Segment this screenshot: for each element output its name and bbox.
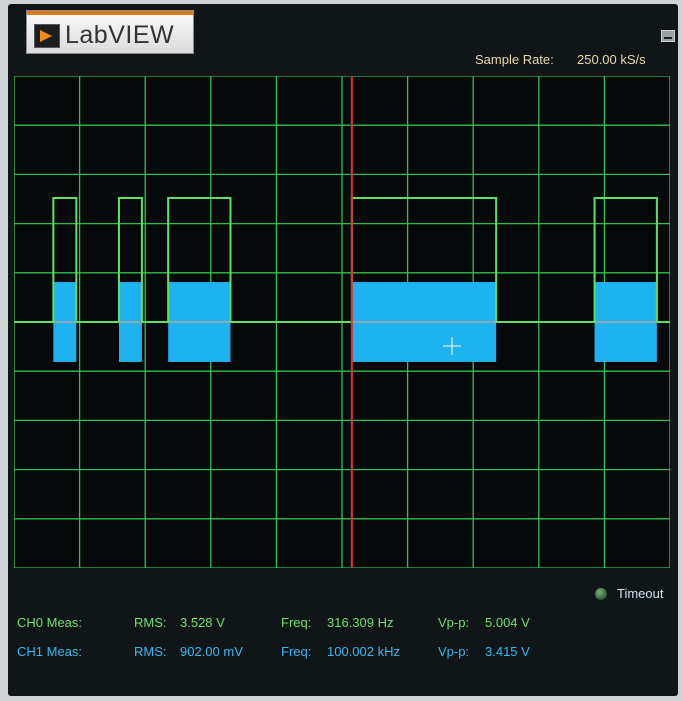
ch1-freq-value: 100.002 kHz: [327, 644, 400, 659]
logo-text: LabVIEW: [65, 21, 175, 49]
ch0-vpp-value: 5.004 V: [485, 615, 530, 630]
timeout-led-icon: [595, 588, 607, 600]
ch0-freq-value: 316.309 Hz: [327, 615, 394, 630]
waveform-graph[interactable]: [14, 76, 670, 568]
ch1-rms-value: 902.00 mV: [180, 644, 243, 659]
ch0-meas-label: CH0 Meas:: [17, 615, 83, 630]
minimize-icon[interactable]: [661, 30, 675, 42]
ch0-rms-label: RMS:: [134, 615, 167, 630]
ch1-meas-label: CH1 Meas:: [17, 644, 83, 659]
sample-rate-value: 250.00 kS/s: [577, 52, 646, 67]
timeout-label: Timeout: [617, 586, 664, 601]
ch0-rms-value: 3.528 V: [180, 615, 225, 630]
ch1-rms-label: RMS:: [134, 644, 167, 659]
ch0-vpp-label: Vp-p:: [438, 615, 470, 630]
labview-play-icon: [34, 24, 60, 48]
ch0-freq-label: Freq:: [281, 615, 312, 630]
logo-accent-bar: [27, 11, 193, 15]
ch1-freq-label: Freq:: [281, 644, 312, 659]
labview-logo: LabVIEW: [26, 10, 194, 54]
ch1-vpp-label: Vp-p:: [438, 644, 470, 659]
ch1-vpp-value: 3.415 V: [485, 644, 530, 659]
sample-rate-label: Sample Rate:: [475, 52, 554, 67]
